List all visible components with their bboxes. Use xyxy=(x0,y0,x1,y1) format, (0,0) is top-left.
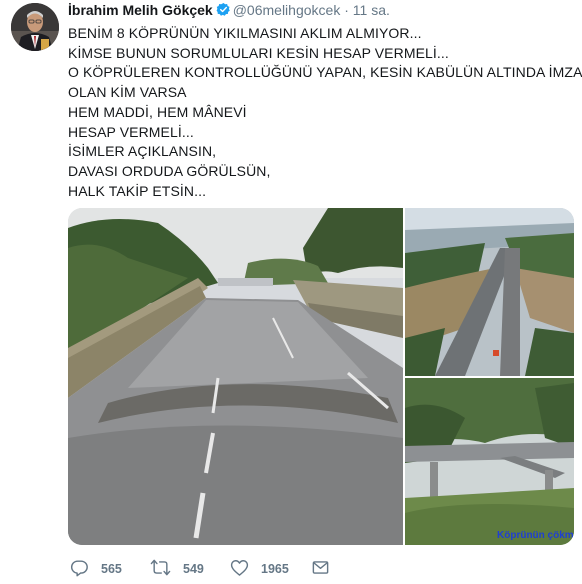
retweet-button[interactable]: 549 xyxy=(150,558,204,580)
media-caption: Köprünün çökm xyxy=(497,530,574,541)
tweet-line: BENİM 8 KÖPRÜNÜN YIKILMASINI AKLIM ALMIY… xyxy=(68,25,422,41)
author-name[interactable]: İbrahim Melih Gökçek xyxy=(68,2,213,18)
media-photo-aerial-flood[interactable] xyxy=(405,208,574,376)
tweet-timestamp[interactable]: 11 sa. xyxy=(353,2,390,18)
like-count: 1965 xyxy=(261,562,289,576)
reply-button[interactable]: 565 xyxy=(70,558,122,580)
reply-count: 565 xyxy=(101,562,122,576)
envelope-icon xyxy=(311,558,330,580)
like-button[interactable]: 1965 xyxy=(230,558,289,580)
tweet-line: KİMSE BUNUN SORUMLULARI KESİN HESAP VERM… xyxy=(68,44,449,61)
tweet-line: HEM MADDİ, HEM MÂNEVİ xyxy=(68,103,247,120)
retweet-icon xyxy=(150,558,171,580)
heart-icon xyxy=(230,558,249,580)
tweet-line: HESAP VERMELİ... xyxy=(68,123,194,140)
tweet-line: İSİMLER AÇIKLANSIN, xyxy=(68,143,217,160)
tweet-header: İbrahim Melih Gökçek @06melihgokcek · 11 … xyxy=(68,2,390,20)
tweet-line: HALK TAKİP ETSİN... xyxy=(68,182,207,199)
direct-message-button[interactable] xyxy=(311,558,330,580)
tweet-media[interactable]: Köprünün çökm xyxy=(68,208,574,545)
reply-icon xyxy=(70,558,89,580)
media-photo-bridge-road[interactable] xyxy=(68,208,403,545)
tweet-text: BENİM 8 KÖPRÜNÜN YIKILMASINI AKLIM ALMIY… xyxy=(68,24,582,201)
tweet-line: O KÖPRÜLEREN KONTROLLÜĞÜNÜ YAPAN, KESİN … xyxy=(68,64,582,81)
tweet-line: DAVASI ORDUDA GÖRÜLSÜN, xyxy=(68,162,271,179)
media-photo-collapsed-span[interactable] xyxy=(405,378,574,545)
tweet-line: OLAN KİM VARSA xyxy=(68,84,187,101)
tweet-actions: 565 549 1965 xyxy=(68,558,568,580)
verified-badge-icon xyxy=(216,2,231,20)
author-handle[interactable]: @06melihgokcek xyxy=(233,2,341,18)
separator-dot: · xyxy=(344,2,349,18)
avatar[interactable] xyxy=(11,3,59,51)
tweet[interactable]: İbrahim Melih Gökçek @06melihgokcek · 11 … xyxy=(0,0,582,584)
retweet-count: 549 xyxy=(183,562,204,576)
